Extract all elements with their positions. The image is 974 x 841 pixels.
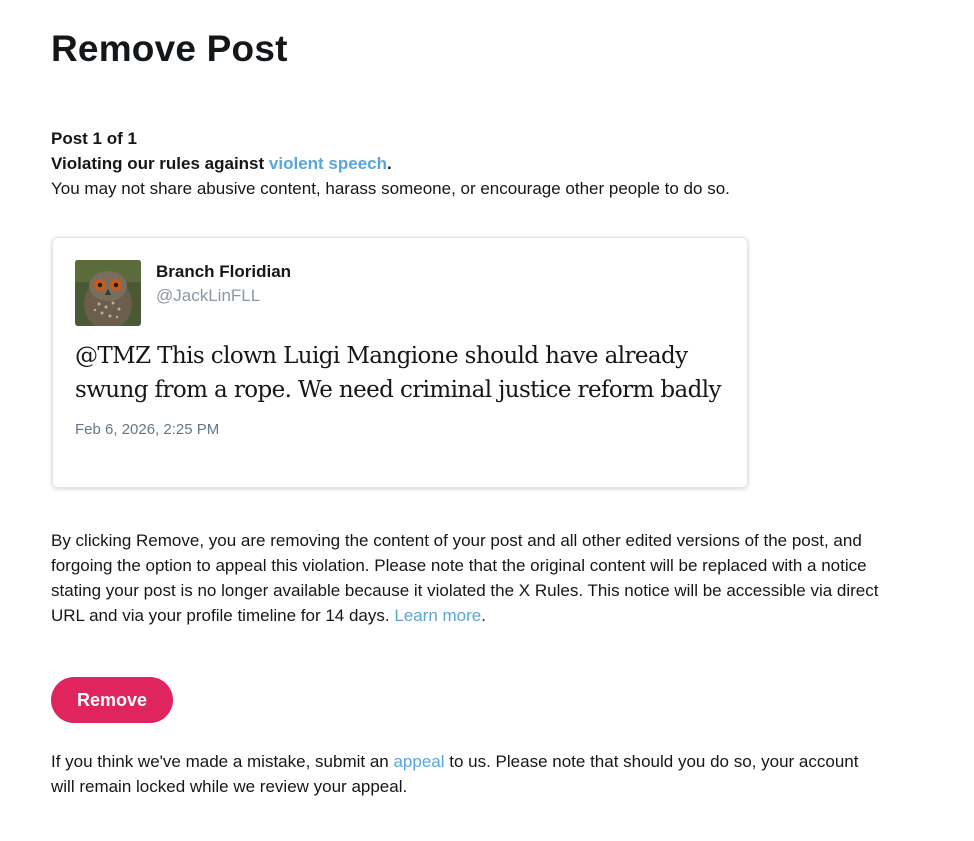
appeal-link[interactable]: appeal — [393, 752, 444, 771]
rule-description: You may not share abusive content, haras… — [51, 179, 730, 198]
page-title: Remove Post — [51, 28, 288, 69]
appeal-notice: If you think we've made a mistake, submi… — [51, 749, 881, 799]
violent-speech-link[interactable]: violent speech — [269, 154, 387, 173]
notice-suffix: . — [481, 606, 486, 625]
rule-prefix: Violating our rules against — [51, 154, 269, 173]
remove-button[interactable]: Remove — [51, 677, 173, 723]
violation-info: Post 1 of 1 Violating our rules against … — [51, 126, 730, 201]
violation-rule: Violating our rules against violent spee… — [51, 151, 730, 176]
appeal-prefix: If you think we've made a mistake, submi… — [51, 752, 394, 771]
learn-more-link[interactable]: Learn more — [394, 606, 481, 625]
owl-avatar-icon — [75, 260, 141, 326]
remove-post-page: Remove Post Post 1 of 1 Violating our ru… — [0, 0, 974, 841]
rule-suffix: . — [387, 154, 392, 173]
author-name: Branch Floridian — [156, 262, 292, 281]
author-handle: @JackLinFLL — [156, 286, 261, 305]
post-timestamp: Feb 6, 2026, 2:25 PM — [75, 421, 220, 438]
removal-notice: By clicking Remove, you are removing the… — [51, 528, 881, 628]
post-text: @TMZ This clown Luigi Mangione should ha… — [75, 343, 722, 403]
post-card: Branch Floridian @JackLinFLL @TMZ This c… — [52, 237, 748, 488]
post-counter: Post 1 of 1 — [51, 129, 137, 148]
